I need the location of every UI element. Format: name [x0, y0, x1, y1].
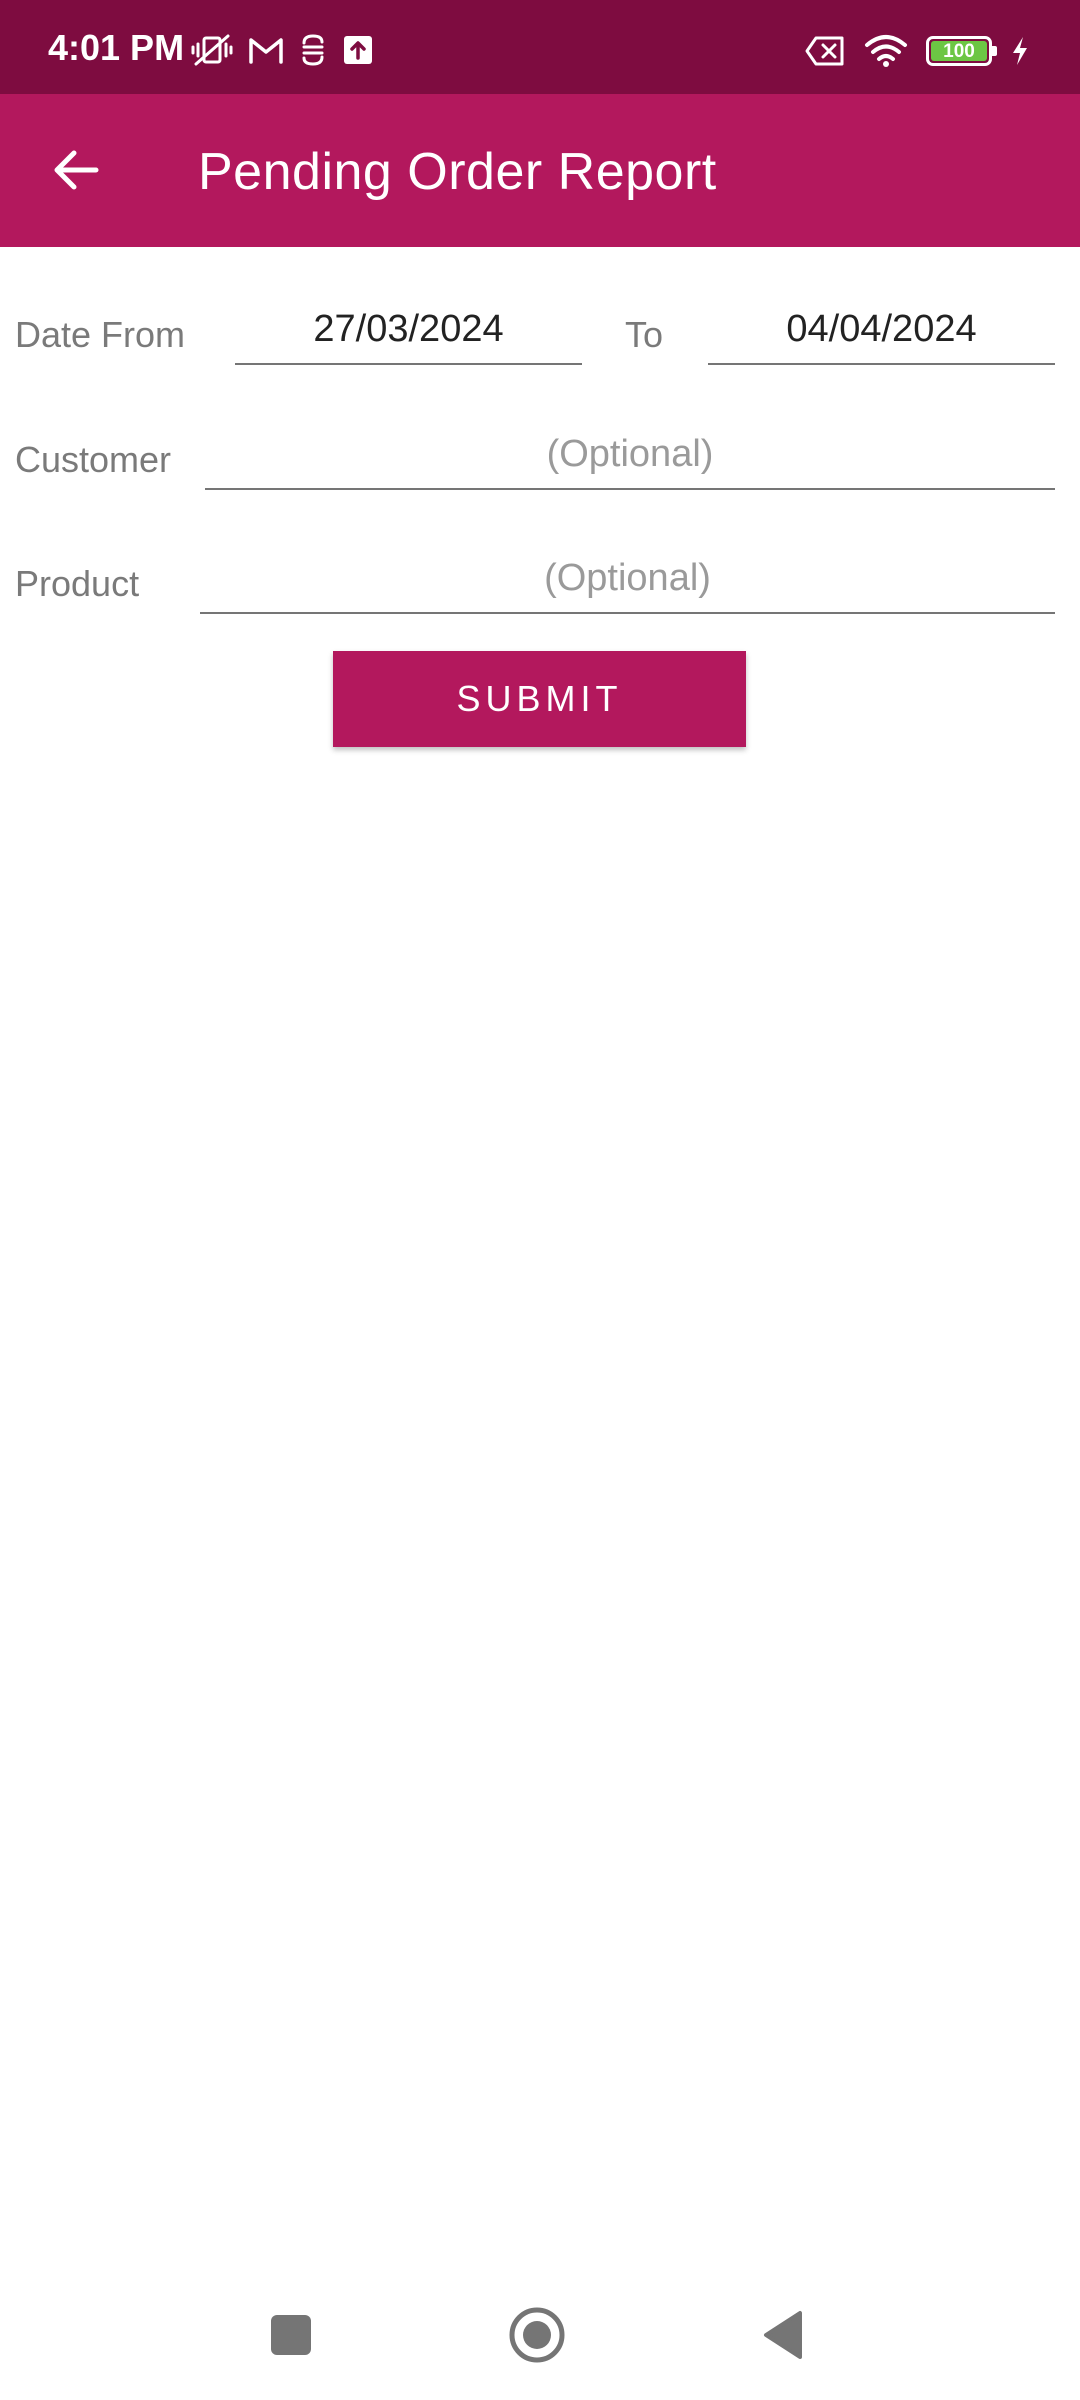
navigation-bar — [0, 2270, 1080, 2400]
date-from-label: Date From — [15, 314, 186, 355]
arrow-left-icon — [54, 150, 99, 190]
customer-input[interactable] — [205, 420, 1055, 490]
nav-back-button[interactable] — [748, 2300, 818, 2370]
battery-level: 100 — [931, 41, 987, 61]
date-to-field[interactable] — [708, 295, 1055, 365]
product-input[interactable] — [200, 544, 1055, 614]
charging-icon — [1013, 37, 1027, 65]
wifi-icon — [865, 35, 907, 67]
app-bar: Pending Order Report — [0, 94, 1080, 247]
back-triangle-icon — [764, 2311, 802, 2359]
status-time: 4:01 PM — [48, 27, 185, 68]
battery-icon: 100 — [926, 36, 997, 66]
customer-label: Customer — [15, 439, 172, 480]
vibrate-off-icon — [191, 34, 233, 66]
status-bar: 4:01 PM 100 — [0, 0, 1080, 94]
back-button[interactable] — [36, 134, 116, 206]
gmail-icon — [249, 38, 283, 64]
page-title: Pending Order Report — [198, 143, 717, 201]
sim-off-icon — [805, 36, 844, 66]
product-label: Product — [15, 563, 140, 604]
date-from-field[interactable] — [235, 295, 582, 365]
date-to-label: To — [625, 314, 664, 355]
recents-square-icon — [271, 2315, 311, 2355]
status-notification-icons — [190, 30, 374, 70]
status-system-icons: 100 — [804, 30, 1030, 72]
submit-button[interactable]: SUBMIT — [333, 651, 746, 747]
sync-icon — [302, 34, 324, 66]
home-circle-icon — [509, 2307, 565, 2363]
recents-button[interactable] — [256, 2300, 326, 2370]
home-button[interactable] — [502, 2300, 572, 2370]
upload-icon — [344, 36, 372, 64]
